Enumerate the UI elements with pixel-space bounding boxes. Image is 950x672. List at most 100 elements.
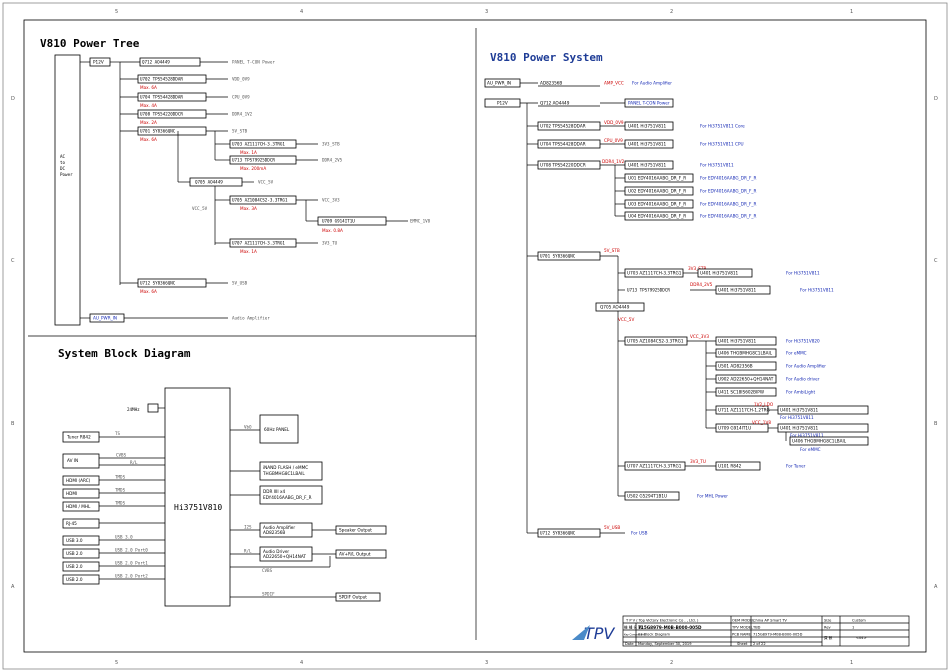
frame-col-2-bottom: 4 bbox=[300, 660, 303, 666]
spdif-sig: SPDIF bbox=[262, 592, 275, 597]
tb-size-label: Size bbox=[824, 619, 832, 623]
tb-page: <04> bbox=[856, 636, 867, 640]
tb-rev-label: Rev bbox=[824, 626, 832, 630]
u709-label: U709 G914IT1U bbox=[322, 219, 355, 224]
frame-row-d-right: D bbox=[934, 96, 938, 102]
ps-u02-label: U02 EDY4016AABG_DR_F_R bbox=[628, 189, 686, 194]
tb-date-label: Date bbox=[625, 642, 634, 646]
frame-col-2: 4 bbox=[300, 9, 303, 15]
ps-u04-label: U04 EDY4016AABG_DR_F_R bbox=[628, 214, 686, 219]
emmc-rail: EMMC_1V8 bbox=[410, 219, 431, 224]
ps-for-v811c: For Hi3751V811 bbox=[800, 288, 834, 293]
tb-pcb: 715G8979-M0B-B000-005D bbox=[753, 633, 803, 637]
v5usb-rail: 5V_USB bbox=[232, 281, 248, 286]
tb-pcb-label: PCB NAME bbox=[732, 633, 752, 637]
au-pwr-label: AU_PWR_IN bbox=[93, 316, 117, 321]
ps-for-ddr-4: For EDY4016AABG_DR_F_R bbox=[700, 214, 756, 219]
usb-sig-2: USB 2.0 Port0 bbox=[115, 548, 148, 553]
ps-u705-label: U705 AZ1084CS2-3.3TRG1 bbox=[627, 339, 684, 344]
ps-u703-label: U703 AZ1117CH-3.3TRG1 bbox=[627, 271, 682, 276]
ps-u712-label: U712 SY8366QNC bbox=[540, 531, 576, 536]
ps-for-cpu: For Hi3751V811 CPU bbox=[700, 142, 744, 147]
p12v-label: P12V bbox=[93, 60, 104, 65]
ps-u708-label: U708 TPS54220DDCR bbox=[540, 163, 586, 168]
tb-date: Monday, September 30, 2019 bbox=[638, 642, 692, 646]
ps-for-ddr-3: For EDY4016AABG_DR_F_R bbox=[700, 202, 756, 207]
u704-max: Max. 4A bbox=[140, 103, 157, 108]
q712-label: Q712 AO4449 bbox=[142, 60, 170, 65]
title-block: TPV T P V ( Top Victory Electronic Co . … bbox=[572, 615, 910, 647]
frame-row-c: C bbox=[11, 258, 15, 264]
acdc-power-block bbox=[54, 54, 81, 326]
acdc-label-2: to bbox=[60, 160, 66, 165]
u712-label: U712 SY8366QNC bbox=[140, 281, 176, 286]
tmds-3: TMDS bbox=[115, 501, 126, 506]
block-diagram-title: System Block Diagram bbox=[58, 347, 191, 360]
tmds-2: TMDS bbox=[115, 488, 126, 493]
ddr-rail: DDR4_1V2 bbox=[232, 112, 253, 117]
acdc-label-4: Power bbox=[60, 172, 73, 177]
tb-key: 03 Block Diagram bbox=[638, 633, 671, 637]
u703-max: Max. 1A bbox=[240, 150, 257, 155]
ps-u401e-label: U401 Hi3751V811 bbox=[718, 288, 757, 293]
tb-sheet: 2 of 22 bbox=[753, 642, 766, 646]
power-system-title: V810 Power System bbox=[490, 51, 603, 64]
frame-row-a: A bbox=[11, 584, 15, 590]
hdmi-label: HDMI bbox=[66, 491, 77, 496]
ps-au-pwr-label: AU_PWR_IN bbox=[487, 81, 511, 86]
ps-u401h-label: U401 Hi3751V811 bbox=[780, 426, 819, 431]
vcc5v-side-label: VCC_5V bbox=[192, 206, 208, 211]
ps-for-ddr-1: For EDY4016AABG_DR_F_R bbox=[700, 176, 756, 181]
ps-ad8356b: AD82356B bbox=[540, 81, 562, 86]
ps-u711-label: U711 AZ1117CH-1.2TRG bbox=[718, 408, 770, 413]
i2s-sig: I2S bbox=[244, 525, 252, 530]
ps-vdd-rail: VDD_0V9 bbox=[604, 120, 624, 125]
ps-for-emmc: For eMMC bbox=[786, 351, 807, 356]
usb20c-label: USB 2.0 bbox=[66, 577, 83, 582]
ps-v3tu-rail: 3V3_TU bbox=[690, 459, 706, 464]
u712-max: Max. 6A bbox=[140, 289, 157, 294]
vcc3v3-rail: VCC_3V3 bbox=[322, 198, 340, 203]
tb-sheet-label: Sheet bbox=[737, 642, 748, 646]
acdc-label-1: AC bbox=[60, 154, 66, 159]
ps-u902-label: U902 AD22650+QH14NAT bbox=[718, 377, 774, 382]
ps-for-v811b: For Hi3751V811 bbox=[786, 271, 820, 276]
frame-col-1-bottom: 5 bbox=[115, 660, 118, 666]
ps-for-drv: For Audio driver bbox=[786, 377, 820, 382]
ps-cpu-rail: CPU_0V9 bbox=[604, 138, 623, 143]
ps-p12v-label: P12V bbox=[497, 101, 508, 106]
av-sig-rl: R/L bbox=[130, 460, 138, 465]
av-in-label: AV IN bbox=[67, 458, 78, 463]
ps-u406-label: U406 THGBMHG8C1LBAIL bbox=[718, 351, 773, 356]
ps-u401f-label: U401 Hi3751V811 bbox=[718, 339, 757, 344]
ps-ddr4-2v5-rail: DDR4_2V5 bbox=[690, 282, 713, 287]
tb-rev: 1 bbox=[852, 626, 854, 630]
ps-u702-label: U702 TPS54528DDAR bbox=[540, 124, 586, 129]
frame-row-d: D bbox=[11, 96, 15, 102]
ps-vcc1v8-rail: VCC_1V8 bbox=[752, 420, 771, 425]
vdd-rail: VDD_0V9 bbox=[232, 77, 250, 82]
vcc5v-rail: VCC_5V bbox=[258, 180, 274, 185]
u713-max: Max. 200mA bbox=[240, 166, 266, 171]
q705-label: Q705 AO4449 bbox=[195, 180, 223, 185]
acdc-label-3: DC bbox=[60, 166, 66, 171]
vbo-sig: VbO bbox=[244, 425, 252, 430]
ps-panel-label: PANEL T-CON Power bbox=[628, 101, 670, 106]
flash-label-2: THGBMHG8C1LBAIL bbox=[262, 471, 305, 476]
ps-for-emmc2: For eMMC bbox=[800, 447, 821, 452]
soc-block bbox=[164, 387, 231, 607]
u702-label: U702 TPS54528DDAR bbox=[140, 77, 183, 82]
u707-max: Max. 1A bbox=[240, 249, 257, 254]
spdif-label: SPDIF Output bbox=[339, 595, 367, 600]
u702-max: Max. 6A bbox=[140, 85, 157, 90]
u709-max: Max. 0.8A bbox=[322, 228, 343, 233]
usb-sig-3: USB 2.0 Port1 bbox=[115, 561, 148, 566]
v3stb-rail: 3V3_STB bbox=[322, 142, 340, 147]
rj45-label: RJ-45 bbox=[66, 521, 77, 526]
u701-max: Max. 6A bbox=[140, 137, 157, 142]
flash-label-1: iNAND FLASH / eMMC bbox=[263, 465, 308, 470]
av-out-label: AV+R/L Output bbox=[339, 552, 371, 557]
u707-label: U707 AZ1117CH-3.3TRG1 bbox=[232, 241, 285, 246]
u705-label: U705 AZ1084CS2-3.3TRG1 bbox=[232, 198, 288, 203]
ps-u401d-label: U401 Hi3751V811 bbox=[700, 271, 739, 276]
